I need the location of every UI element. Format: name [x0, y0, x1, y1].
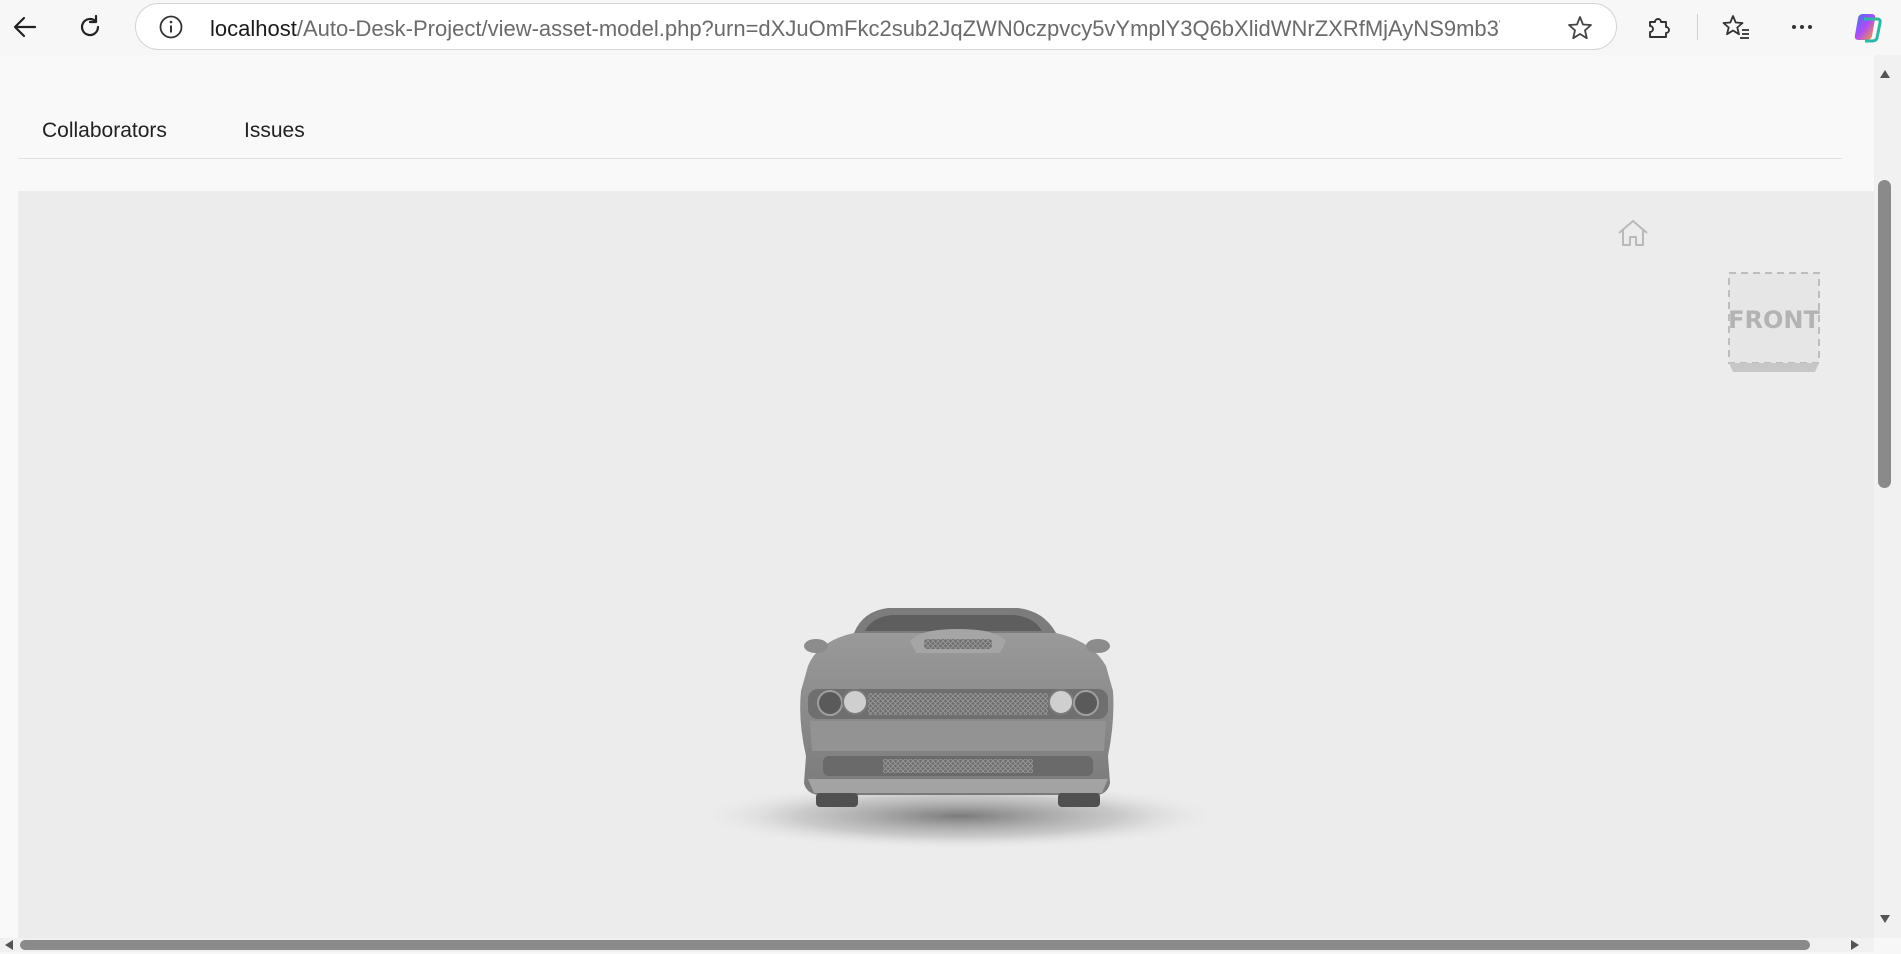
tab-bar: Collaborators Issues: [18, 105, 1842, 159]
refresh-button[interactable]: [70, 7, 110, 47]
url-host: localhost: [210, 16, 297, 41]
puzzle-icon: [1649, 18, 1670, 38]
model-viewer[interactable]: FRONT: [18, 191, 1874, 938]
ellipsis-icon: [1792, 25, 1812, 29]
tab-issues[interactable]: Issues: [244, 105, 305, 157]
scroll-left-arrow-icon[interactable]: [0, 936, 18, 954]
vertical-scrollbar[interactable]: [1874, 55, 1901, 938]
horizontal-scrollbar[interactable]: [0, 938, 1874, 952]
url-text[interactable]: localhost/Auto-Desk-Project/view-asset-m…: [210, 16, 1500, 42]
copilot-button[interactable]: [1847, 7, 1887, 47]
url-path: /Auto-Desk-Project/view-asset-model.php?…: [296, 16, 1500, 41]
favorites-button[interactable]: [1716, 7, 1756, 47]
copilot-icon: [1854, 14, 1882, 43]
toolbar-divider: [1697, 14, 1698, 40]
viewcube[interactable]: FRONT: [1727, 271, 1821, 379]
vertical-scroll-thumb[interactable]: [1878, 180, 1891, 488]
page-content: Collaborators Issues FRONT: [0, 55, 1878, 938]
more-options-button[interactable]: [1782, 7, 1822, 47]
arrow-left-icon: [13, 16, 37, 38]
favorites-list-icon: [1722, 15, 1749, 39]
address-bar[interactable]: localhost/Auto-Desk-Project/view-asset-m…: [135, 3, 1617, 50]
browser-toolbar: localhost/Auto-Desk-Project/view-asset-m…: [0, 0, 1901, 55]
refresh-icon: [80, 14, 100, 37]
site-info-icon[interactable]: [158, 14, 184, 40]
favorite-star-icon[interactable]: [1566, 14, 1594, 42]
home-icon[interactable]: [1613, 215, 1653, 251]
scroll-right-arrow-icon[interactable]: [1846, 936, 1864, 954]
viewcube-face-label: FRONT: [1728, 306, 1820, 334]
scroll-up-arrow-icon[interactable]: [1876, 65, 1894, 83]
car-3d-model[interactable]: [658, 571, 1258, 861]
tab-collaborators[interactable]: Collaborators: [42, 105, 167, 157]
extensions-button[interactable]: [1639, 7, 1679, 47]
horizontal-scroll-thumb[interactable]: [20, 940, 1810, 950]
back-button[interactable]: [5, 7, 45, 47]
scroll-down-arrow-icon[interactable]: [1876, 910, 1894, 928]
